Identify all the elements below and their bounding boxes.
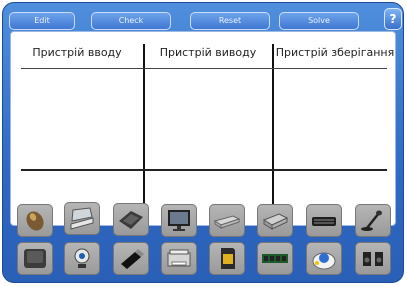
column-header-input: Пристрій вводу [32, 46, 122, 59]
sorting-table: Пристрій вводу Пристрій виводу Пристрій … [10, 31, 396, 227]
header-underline [21, 68, 387, 69]
touchpad-icon [24, 249, 46, 268]
tablet-tile[interactable] [113, 203, 149, 236]
monitor-tile[interactable] [161, 204, 197, 237]
dvd-drive-tile[interactable] [209, 204, 245, 237]
speakers-icon [363, 252, 383, 266]
drop-zone-storage[interactable] [276, 72, 387, 167]
mouse-tile[interactable] [17, 204, 53, 237]
webcam-icon [74, 248, 90, 268]
speakers-tile[interactable] [355, 242, 391, 275]
usb-flash-drive-tile[interactable] [113, 242, 149, 275]
drop-zone-output[interactable] [147, 72, 270, 167]
dvd-drive-icon [213, 215, 241, 229]
sd-card-icon [221, 248, 235, 269]
trackball-tile[interactable] [306, 242, 342, 275]
check-button[interactable]: Check [91, 12, 171, 30]
column-header-output: Пристрій виводу [159, 46, 257, 59]
device-tray [10, 198, 396, 282]
table-bottom-line [21, 169, 387, 171]
usb-flash-drive-icon [121, 249, 144, 269]
monitor-icon [168, 210, 190, 231]
multifunction-printer-tile[interactable] [161, 242, 197, 275]
reset-button[interactable]: Reset [190, 12, 270, 30]
ram-module-icon [262, 254, 288, 263]
scanner-icon [70, 207, 94, 230]
multifunction-printer-icon [167, 249, 191, 267]
trackball-icon [312, 252, 336, 270]
column-header-storage: Пристрій зберігання [275, 46, 395, 59]
keyboard-tile[interactable] [306, 204, 342, 237]
scanner-tile[interactable] [64, 202, 100, 235]
solve-button[interactable]: Solve [279, 12, 359, 30]
sd-card-tile[interactable] [209, 242, 245, 275]
ram-module-tile[interactable] [257, 242, 293, 275]
printer-tile[interactable] [257, 204, 293, 237]
touchpad-tile[interactable] [17, 242, 53, 275]
microphone-tile[interactable] [355, 204, 391, 237]
drop-zone-input[interactable] [21, 72, 141, 167]
edit-button[interactable]: Edit [9, 12, 75, 30]
webcam-tile[interactable] [64, 242, 100, 275]
printer-icon [262, 213, 289, 230]
help-button[interactable]: ? [384, 8, 402, 30]
tablet-icon [119, 211, 143, 229]
microphone-icon [361, 210, 382, 231]
mouse-icon [26, 211, 44, 231]
keyboard-icon [312, 217, 336, 226]
